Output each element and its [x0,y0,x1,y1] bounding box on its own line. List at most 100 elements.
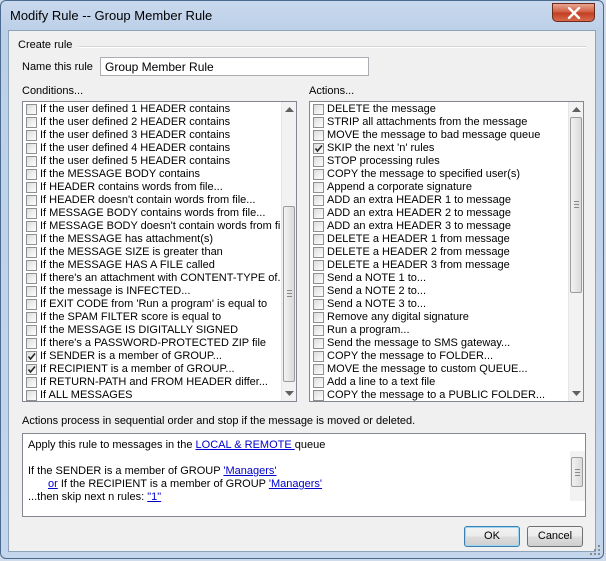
checkbox[interactable] [26,195,37,206]
actions-item-label: Send a NOTE 2 to... [327,285,427,297]
skip-count-link[interactable]: "1" [147,491,161,503]
checkbox[interactable] [313,221,324,232]
conditions-scrollbar[interactable] [281,102,296,401]
actions-item-label: Add a line to a text file [327,376,436,388]
actions-item-label: STRIP all attachments from the message [327,116,528,128]
checkbox[interactable] [26,117,37,128]
checkbox[interactable] [313,338,324,349]
checkbox[interactable] [26,312,37,323]
scroll-up-arrow[interactable] [569,102,583,117]
conditions-item-label: If the MESSAGE BODY contains [40,168,200,180]
group-title: Create rule [18,39,73,51]
actions-item-label: DELETE a HEADER 2 from message [327,246,510,258]
checkbox[interactable] [313,104,324,115]
checkbox[interactable] [313,182,324,193]
conditions-item-label: If HEADER contains words from file... [40,181,223,193]
close-button[interactable] [552,3,595,22]
checkbox[interactable] [26,234,37,245]
recipient-group-link[interactable]: 'Managers' [269,478,322,490]
checkbox[interactable] [26,364,37,375]
summary-queue-line: Apply this rule to messages in the LOCAL… [28,439,325,451]
actions-item-label: DELETE the message [327,103,436,115]
checkbox[interactable] [26,221,37,232]
checkbox[interactable] [313,208,324,219]
checkbox[interactable] [26,143,37,154]
summary-text: If the SENDER is a member of GROUP [28,465,224,477]
checkbox[interactable] [313,260,324,271]
actions-item-label: Send the message to SMS gateway... [327,337,511,349]
actions-list[interactable]: DELETE the message STRIP all attachments … [309,101,584,402]
checkbox[interactable] [313,130,324,141]
queue-link[interactable]: LOCAL & REMOTE [196,439,295,451]
title-bar[interactable]: Modify Rule -- Group Member Rule [1,1,603,31]
actions-item-label: ADD an extra HEADER 2 to message [327,207,512,219]
or-toggle-link[interactable]: or [48,478,58,490]
checkbox[interactable] [26,377,37,388]
conditions-item-label: If MESSAGE BODY doesn't contain words fr… [40,220,289,232]
cancel-button[interactable]: Cancel [527,526,583,547]
checkbox[interactable] [26,247,37,258]
conditions-item-label: If the user defined 2 HEADER contains [40,116,231,128]
actions-scroll-thumb[interactable] [570,117,582,293]
checkbox[interactable] [313,286,324,297]
checkbox[interactable] [26,208,37,219]
actions-item-label: ADD an extra HEADER 3 to message [327,220,512,232]
scroll-down-arrow[interactable] [569,386,583,401]
checkbox[interactable] [26,351,37,362]
checkmark-icon [27,365,36,374]
checkbox[interactable] [26,260,37,271]
conditions-scroll-thumb[interactable] [283,206,295,382]
resize-grip-icon[interactable] [589,544,601,556]
checkbox[interactable] [313,234,324,245]
checkbox[interactable] [313,299,324,310]
close-icon [567,7,581,19]
checkbox[interactable] [26,338,37,349]
checkbox[interactable] [313,169,324,180]
checkbox[interactable] [313,117,324,128]
ok-button[interactable]: OK [464,526,520,547]
conditions-label: Conditions... [22,85,84,97]
rule-name-input[interactable] [100,57,369,76]
sender-group-link[interactable]: 'Managers' [223,465,276,477]
actions-item-label: MOVE the message to bad message queue [327,129,541,141]
checkbox[interactable] [313,273,324,284]
group-divider [79,46,586,48]
checkbox[interactable] [313,364,324,375]
actions-item-label: Run a program... [327,324,410,336]
conditions-list[interactable]: If the user defined 1 HEADER contains If … [22,101,297,402]
conditions-item-label: If ALL MESSAGES [40,389,133,401]
summary-scrollbar[interactable] [570,451,585,501]
scroll-down-arrow[interactable] [282,386,296,401]
checkbox[interactable] [313,325,324,336]
checkbox[interactable] [26,182,37,193]
checkbox[interactable] [26,169,37,180]
checkbox[interactable] [313,390,324,401]
checkbox[interactable] [313,156,324,167]
checkbox[interactable] [313,143,324,154]
conditions-item-label: If the message is INFECTED... [40,285,191,297]
summary-sender-line: If the SENDER is a member of GROUP 'Mana… [28,465,277,477]
checkbox[interactable] [26,286,37,297]
chevron-down-icon [285,391,294,396]
checkbox[interactable] [26,390,37,401]
checkbox[interactable] [313,312,324,323]
checkbox[interactable] [26,325,37,336]
checkbox[interactable] [26,273,37,284]
dialog-client: Create rule Name this rule Conditions...… [8,30,596,552]
checkbox[interactable] [313,351,324,362]
checkbox[interactable] [26,156,37,167]
summary-scroll-thumb[interactable] [571,457,583,487]
checkbox[interactable] [313,377,324,388]
checkbox[interactable] [313,195,324,206]
conditions-item-label: If the user defined 5 HEADER contains [40,155,231,167]
checkbox[interactable] [26,130,37,141]
checkbox[interactable] [26,299,37,310]
checkbox[interactable] [26,104,37,115]
conditions-item-label: If EXIT CODE from 'Run a program' is equ… [40,298,268,310]
actions-scrollbar[interactable] [568,102,583,401]
checkmark-icon [314,144,323,153]
checkbox[interactable] [313,247,324,258]
scroll-up-arrow[interactable] [282,102,296,117]
actions-item-label: ADD an extra HEADER 1 to message [327,194,512,206]
actions-item-label: DELETE a HEADER 3 from message [327,259,510,271]
